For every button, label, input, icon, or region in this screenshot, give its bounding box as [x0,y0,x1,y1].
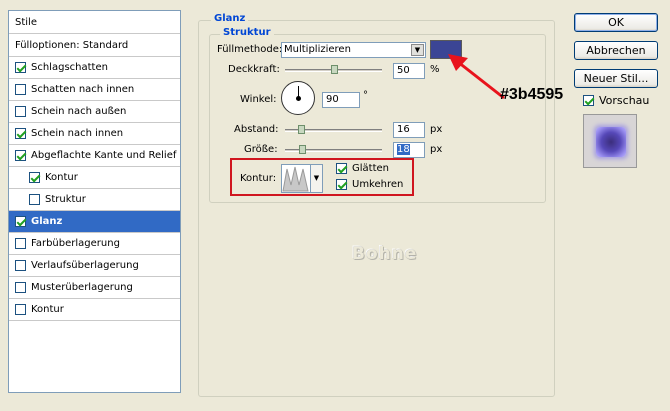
cancel-button[interactable]: Abbrechen [574,41,658,60]
size-value: 18 [397,144,410,155]
style-item-texture[interactable]: Struktur [9,189,180,211]
distance-unit: px [430,124,443,135]
chevron-down-icon[interactable]: ▼ [411,44,424,56]
style-item-bevel-emboss[interactable]: Abgeflachte Kante und Relief [9,145,180,167]
style-list-header-label: Stile [15,16,37,28]
style-item-pattern-overlay[interactable]: Musterüberlagerung [9,277,180,299]
style-item-label: Glanz [31,216,63,227]
style-item-label: Struktur [45,194,86,205]
style-item-inner-glow[interactable]: Schein nach innen [9,123,180,145]
distance-slider-thumb[interactable] [297,125,305,134]
structure-group-title: Struktur [220,27,274,38]
style-list-header[interactable]: Stile [9,11,180,34]
inner-shadow-checkbox[interactable] [15,84,26,95]
outer-glow-checkbox[interactable] [15,106,26,117]
contour-label: Kontur: [240,173,277,184]
angle-dial[interactable] [281,81,315,115]
size-slider-thumb[interactable] [299,145,307,154]
distance-label: Abstand: [234,124,279,135]
style-item-label: Verlaufsüberlagerung [31,260,139,271]
smooth-checkbox[interactable] [336,163,347,174]
preview-swatch [596,127,626,157]
opacity-unit: % [430,64,440,75]
bevel-emboss-checkbox[interactable] [15,150,26,161]
satin-group-title: Glanz [211,13,249,24]
invert-checkbox[interactable] [336,179,347,190]
size-input[interactable]: 18 [393,142,425,158]
blend-mode-select[interactable]: Multiplizieren ▼ [281,42,426,58]
style-item-label: Abgeflachte Kante und Relief [31,150,177,161]
bevel-contour-checkbox[interactable] [29,172,40,183]
blend-options-item[interactable]: Fülloptionen: Standard [9,34,180,57]
style-item-satin[interactable]: Glanz [9,211,180,233]
inner-glow-checkbox[interactable] [15,128,26,139]
ok-button[interactable]: OK [574,13,658,32]
pattern-overlay-checkbox[interactable] [15,282,26,293]
smooth-label: Glätten [352,163,389,174]
opacity-label: Deckkraft: [228,64,280,75]
blend-mode-value: Multiplizieren [284,44,351,55]
distance-value: 16 [397,124,410,135]
style-item-outer-glow[interactable]: Schein nach außen [9,101,180,123]
size-label: Größe: [244,144,278,155]
drop-shadow-checkbox[interactable] [15,62,26,73]
style-item-label: Musterüberlagerung [31,282,133,293]
texture-checkbox[interactable] [29,194,40,205]
style-item-color-overlay[interactable]: Farbüberlagerung [9,233,180,255]
style-item-bevel-contour[interactable]: Kontur [9,167,180,189]
style-item-stroke[interactable]: Kontur [9,299,180,321]
style-item-label: Schatten nach innen [31,84,135,95]
style-item-label: Kontur [45,172,78,183]
invert-label: Umkehren [352,179,404,190]
opacity-slider-thumb[interactable] [330,65,338,74]
style-item-drop-shadow[interactable]: Schlagschatten [9,57,180,79]
angle-dial-center [296,96,301,101]
opacity-input[interactable]: 50 [393,63,425,79]
smooth-checkbox-row[interactable]: Glätten [336,163,389,174]
invert-checkbox-row[interactable]: Umkehren [336,179,403,190]
style-item-label: Kontur [31,304,64,315]
distance-input[interactable]: 16 [393,122,425,138]
annotation-color-label: #3b4595 [500,86,564,103]
color-overlay-checkbox[interactable] [15,238,26,249]
watermark-text: Bohne [352,244,418,264]
style-list: Stile Fülloptionen: Standard Schlagschat… [8,10,181,393]
angle-label: Winkel: [240,94,277,105]
size-unit: px [430,144,443,155]
preview-label: Vorschau [599,94,650,107]
style-item-gradient-overlay[interactable]: Verlaufsüberlagerung [9,255,180,277]
style-preview [583,114,637,168]
blend-mode-label: Füllmethode: [217,44,283,55]
contour-dropdown-button[interactable]: ▼ [311,164,323,193]
contour-curve-icon [282,166,309,192]
opacity-value: 50 [397,65,410,76]
satin-checkbox[interactable] [15,216,26,227]
gradient-overlay-checkbox[interactable] [15,260,26,271]
preview-checkbox[interactable] [583,95,594,106]
angle-input[interactable]: 90 [322,92,360,108]
stroke-checkbox[interactable] [15,304,26,315]
style-item-label: Schlagschatten [31,62,108,73]
style-item-inner-shadow[interactable]: Schatten nach innen [9,79,180,101]
new-style-button[interactable]: Neuer Stil... [574,69,658,88]
contour-picker[interactable] [281,164,311,193]
angle-value: 90 [326,94,339,105]
style-item-label: Schein nach außen [31,106,127,117]
style-item-label: Schein nach innen [31,128,124,139]
style-item-label: Farbüberlagerung [31,238,120,249]
blend-options-label: Fülloptionen: Standard [15,39,129,51]
preview-checkbox-row[interactable]: Vorschau [583,94,649,107]
angle-unit: ° [363,90,368,101]
